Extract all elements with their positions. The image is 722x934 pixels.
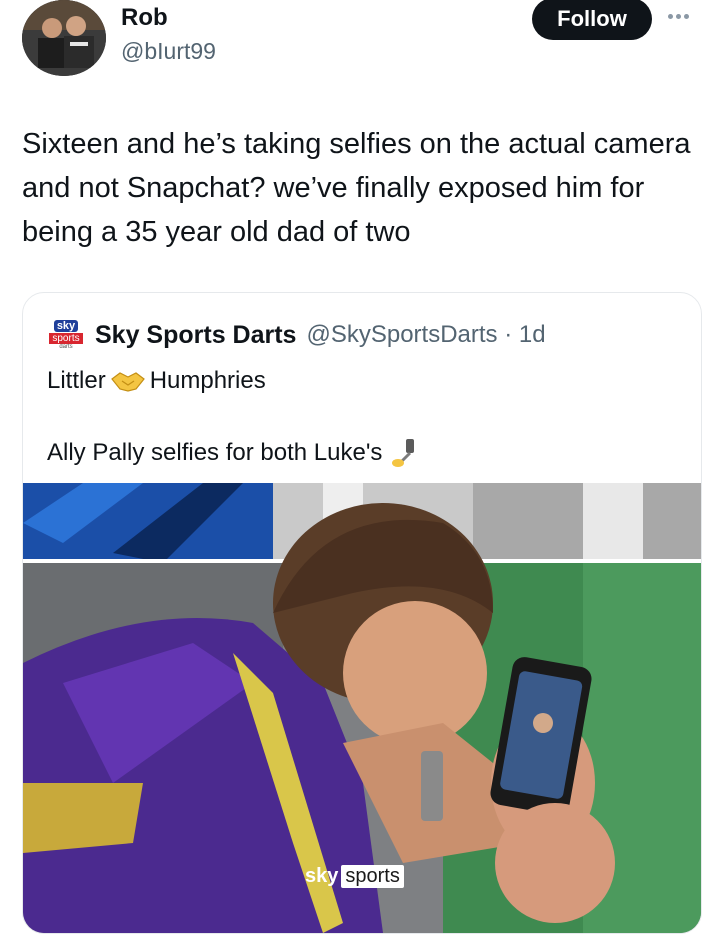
quoted-text-humphries: Humphries xyxy=(149,367,266,394)
quoted-text-littler: Littler xyxy=(47,367,106,394)
selfie-stick-emoji-icon xyxy=(386,439,422,467)
avatar-photo xyxy=(22,0,106,76)
logo-text-middle: sports xyxy=(49,332,83,344)
follow-button[interactable]: Follow xyxy=(532,0,652,40)
author-name[interactable]: Rob xyxy=(121,4,168,32)
quoted-text-line-2: Ally Pally selfies for both Luke's xyxy=(47,439,426,467)
watermark-sports: sports xyxy=(341,864,404,888)
logo-text-top: sky xyxy=(53,319,79,332)
watermark-sky: sky xyxy=(305,864,339,887)
avatar[interactable] xyxy=(22,0,106,76)
media-image[interactable]: sky sports xyxy=(23,483,701,933)
tweet-text: Sixteen and he’s taking selfies on the a… xyxy=(22,128,691,248)
quoted-author-name[interactable]: Sky Sports Darts xyxy=(95,321,296,350)
sky-sports-darts-logo[interactable]: sky sports darts xyxy=(45,317,87,353)
quoted-tweet-card[interactable]: sky sports darts Sky Sports Darts @SkySp… xyxy=(22,292,702,934)
handshake-emoji-icon xyxy=(110,367,146,395)
quoted-text-selfies: Ally Pally selfies for both Luke's xyxy=(47,439,383,466)
sky-sports-watermark: sky sports xyxy=(305,863,404,889)
quoted-text-line-1: Littler Humphries xyxy=(47,367,266,395)
author-handle[interactable]: @bIurt99 xyxy=(121,38,216,65)
quoted-author-handle[interactable]: @SkySportsDarts · 1d xyxy=(306,321,545,349)
logo-text-bottom: darts xyxy=(59,343,73,350)
quoted-tweet-header: sky sports darts Sky Sports Darts @SkySp… xyxy=(45,315,546,355)
more-horizontal-icon[interactable] xyxy=(668,6,702,26)
